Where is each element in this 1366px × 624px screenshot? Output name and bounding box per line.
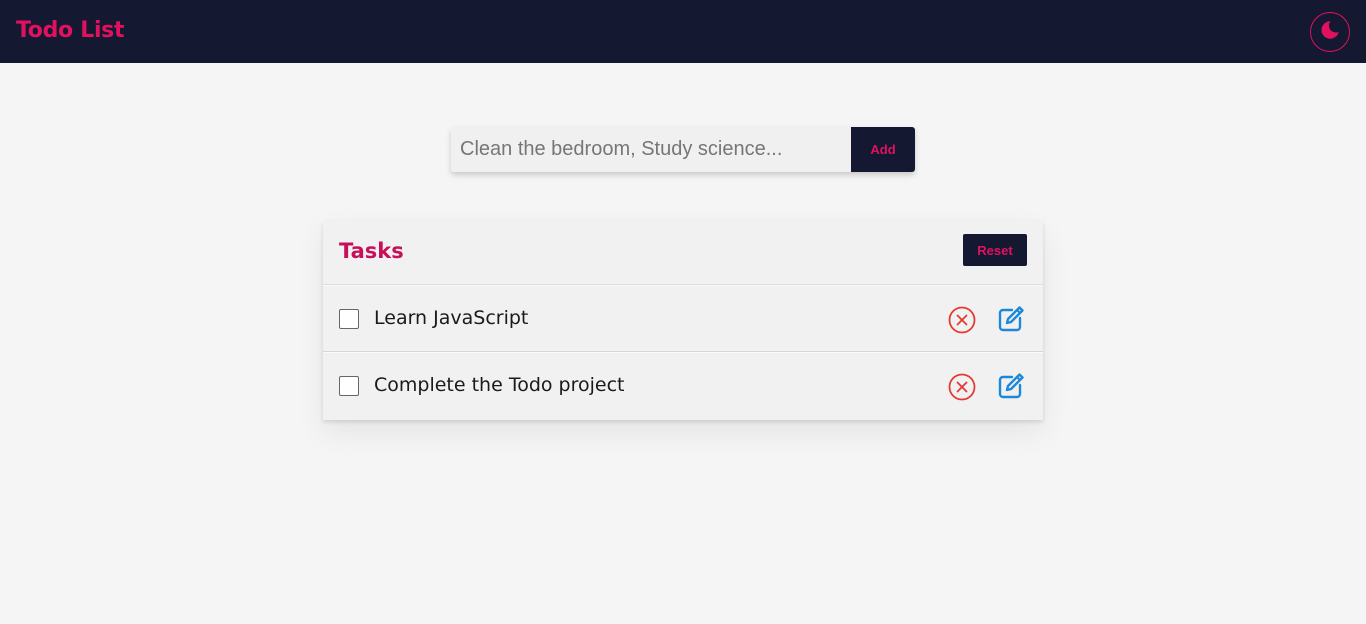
task-checkbox[interactable] xyxy=(339,376,359,396)
task-text: Learn JavaScript xyxy=(374,307,529,329)
task-row: Learn JavaScript xyxy=(323,285,1043,352)
reset-button[interactable]: Reset xyxy=(963,234,1027,266)
edit-task-button[interactable] xyxy=(996,304,1026,334)
task-checkbox[interactable] xyxy=(339,309,359,329)
edit-icon xyxy=(998,306,1024,332)
circle-x-icon xyxy=(948,306,976,334)
moon-icon xyxy=(1319,19,1341,46)
theme-toggle-button[interactable] xyxy=(1310,12,1350,52)
delete-task-button[interactable] xyxy=(947,372,977,402)
task-row: Complete the Todo project xyxy=(323,352,1043,419)
app-title: Todo List xyxy=(16,18,125,43)
add-button[interactable]: Add xyxy=(851,127,915,172)
task-input[interactable] xyxy=(451,127,851,172)
tasks-title: Tasks xyxy=(339,239,404,263)
tasks-card: Tasks Reset Learn JavaScript Complete th… xyxy=(323,221,1043,420)
tasks-header: Tasks Reset xyxy=(323,221,1043,285)
add-task-form: Add xyxy=(451,127,915,172)
task-text: Complete the Todo project xyxy=(374,374,625,396)
edit-icon xyxy=(998,373,1024,399)
edit-task-button[interactable] xyxy=(996,371,1026,401)
navbar: Todo List xyxy=(0,0,1366,63)
circle-x-icon xyxy=(948,373,976,401)
delete-task-button[interactable] xyxy=(947,305,977,335)
